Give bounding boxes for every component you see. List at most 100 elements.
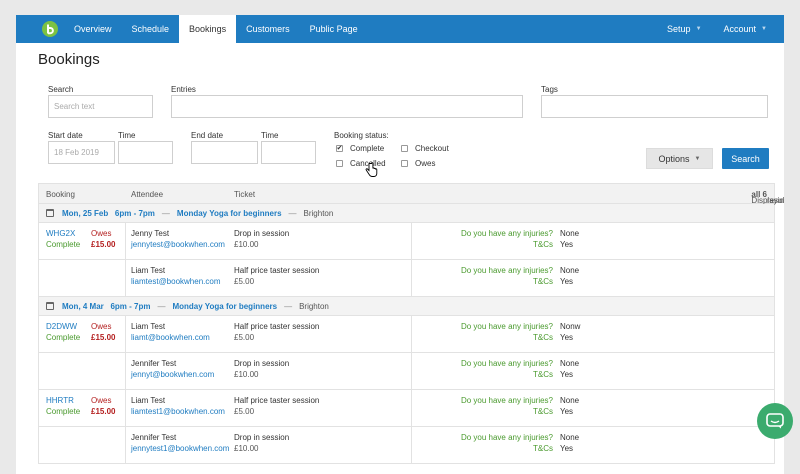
session-header: Mon, 4 Mar 6pm - 7pm — Monday Yoga for beg… [39,297,774,316]
attendee-name: Jennifer Test [131,359,177,368]
ticket-name: Half price taster session [234,396,320,405]
answer-injuries: None [560,229,580,238]
start-time-label: Time [118,131,136,140]
booking-ref[interactable]: WHG2X [46,229,75,238]
nav-schedule[interactable]: Schedule [122,15,180,43]
top-nav: Overview Schedule Bookings Customers Pub… [16,15,784,43]
answer-injuries: None [560,433,580,442]
session-dash: — [288,208,297,218]
session-dash: — [157,301,166,311]
column-divider [125,260,126,296]
session-location: Brighton [299,301,329,311]
answer-tcs: Yes [560,407,574,416]
attendee-email[interactable]: jennytest@bookwhen.com [131,240,225,249]
chevron-down-icon: ▼ [761,26,767,32]
question-injuries: Do you have any injuries? [460,229,553,238]
session-location: Brighton [303,208,334,218]
app-window: Overview Schedule Bookings Customers Pub… [16,15,784,474]
session-date[interactable]: Mon, 25 Feb 6pm - 7pm [62,209,155,218]
question-injuries: Do you have any injuries? [460,266,553,275]
hand-cursor-icon [365,162,378,180]
booking-status: Complete [46,240,81,249]
owes-amount: £15.00 [91,240,116,249]
ticket-price: £10.00 [234,444,259,453]
end-time-input[interactable] [261,141,316,164]
checkbox-icon: ✔ [336,145,343,152]
owes-label: Owes [91,396,112,405]
attendee-name: Jennifer Test [131,433,177,442]
chevron-down-icon: ▼ [694,155,701,162]
session-dash: — [161,208,170,218]
booking-ref[interactable]: HHRTR [46,396,74,405]
ticket-name: Half price taster session [234,322,320,331]
start-date-input[interactable]: 18 Feb 2019 [48,141,115,164]
question-tcs: T&Cs [533,370,553,379]
search-input[interactable]: Search text [48,95,153,118]
answer-tcs: Yes [560,240,574,249]
question-injuries: Do you have any injuries? [460,396,553,405]
results-count: Displaying all 6 results [751,190,784,205]
attendee-email[interactable]: liamtest1@bookwhen.com [131,407,225,416]
booking-status-label: Booking status: [334,131,389,140]
checkbox-icon [336,160,343,167]
nav-setup[interactable]: Setup ▼ [656,15,712,43]
answer-injuries: Nonw [560,322,581,331]
table-header: Booking Attendee Ticket Displaying all 6… [39,184,784,205]
table-row: Jennifer Test jennyt@bookwhen.com Drop in … [39,353,774,390]
start-time-input[interactable] [118,141,173,164]
header-attendee: Attendee [131,190,164,199]
owes-label: Owes [91,322,112,331]
attendee-name: Liam Test [131,396,166,405]
booking-ref[interactable]: D2DWW [46,322,77,331]
nav-public-page[interactable]: Public Page [300,15,368,43]
table-row: WHG2X Complete Owes £15.00 Jenny Test jennyte… [39,223,774,260]
attendee-name: Liam Test [131,266,166,275]
entries-input[interactable] [171,95,523,118]
session-dash: — [284,301,293,311]
table-row: HHRTR Complete Owes £15.00 Liam Test liamtest… [39,390,774,427]
nav-overview[interactable]: Overview [64,15,122,43]
attendee-email[interactable]: liamt@bookwhen.com [131,333,210,342]
column-divider [125,427,126,463]
status-checkout-checkbox[interactable]: Checkout [401,144,449,153]
bookwhen-logo-icon[interactable] [36,15,64,43]
ticket-name: Drop in session [234,229,290,238]
owes-amount: £15.00 [91,333,116,342]
nav-account[interactable]: Account ▼ [713,15,778,43]
status-owes-checkbox[interactable]: Owes [401,159,435,168]
answer-tcs: Yes [560,277,574,286]
answer-tcs: Yes [560,444,574,453]
booking-status: Complete [46,333,81,342]
attendee-name: Jenny Test [131,229,170,238]
attendee-email[interactable]: jennytest1@bookwhen.com [131,444,229,453]
nav-customers[interactable]: Customers [236,15,300,43]
tags-input[interactable] [541,95,768,118]
chat-icon[interactable] [757,403,793,439]
status-cancelled-checkbox[interactable]: Cancelled [336,159,386,168]
calendar-icon [46,302,54,310]
end-date-input[interactable] [191,141,258,164]
table-row: Jennifer Test jennytest1@bookwhen.com Drop… [39,427,774,464]
answer-injuries: None [560,396,580,405]
session-name[interactable]: Monday Yoga for beginners [177,209,282,218]
question-tcs: T&Cs [533,240,553,249]
options-button-label: Options [658,153,690,164]
status-complete-checkbox[interactable]: ✔ Complete [336,144,384,153]
column-divider [125,316,126,352]
session-name[interactable]: Monday Yoga for beginners [172,302,277,311]
attendee-email[interactable]: liamtest@bookwhen.com [131,277,221,286]
column-divider [125,223,126,259]
checkbox-icon [401,160,408,167]
bookings-table: Booking Attendee Ticket Displaying all 6… [38,183,784,464]
header-booking: Booking [46,190,75,199]
options-button[interactable]: Options ▼ [646,148,713,169]
session-date[interactable]: Mon, 4 Mar 6pm - 7pm [62,302,150,311]
column-divider [125,390,126,426]
nav-bookings[interactable]: Bookings [179,15,237,43]
ticket-price: £10.00 [234,240,259,249]
chevron-down-icon: ▼ [695,26,702,32]
attendee-email[interactable]: jennyt@bookwhen.com [131,370,214,379]
status-owes-label: Owes [415,159,436,168]
search-button[interactable]: Search [722,148,769,169]
table-row: Liam Test liamtest@bookwhen.com Half price… [39,260,774,297]
